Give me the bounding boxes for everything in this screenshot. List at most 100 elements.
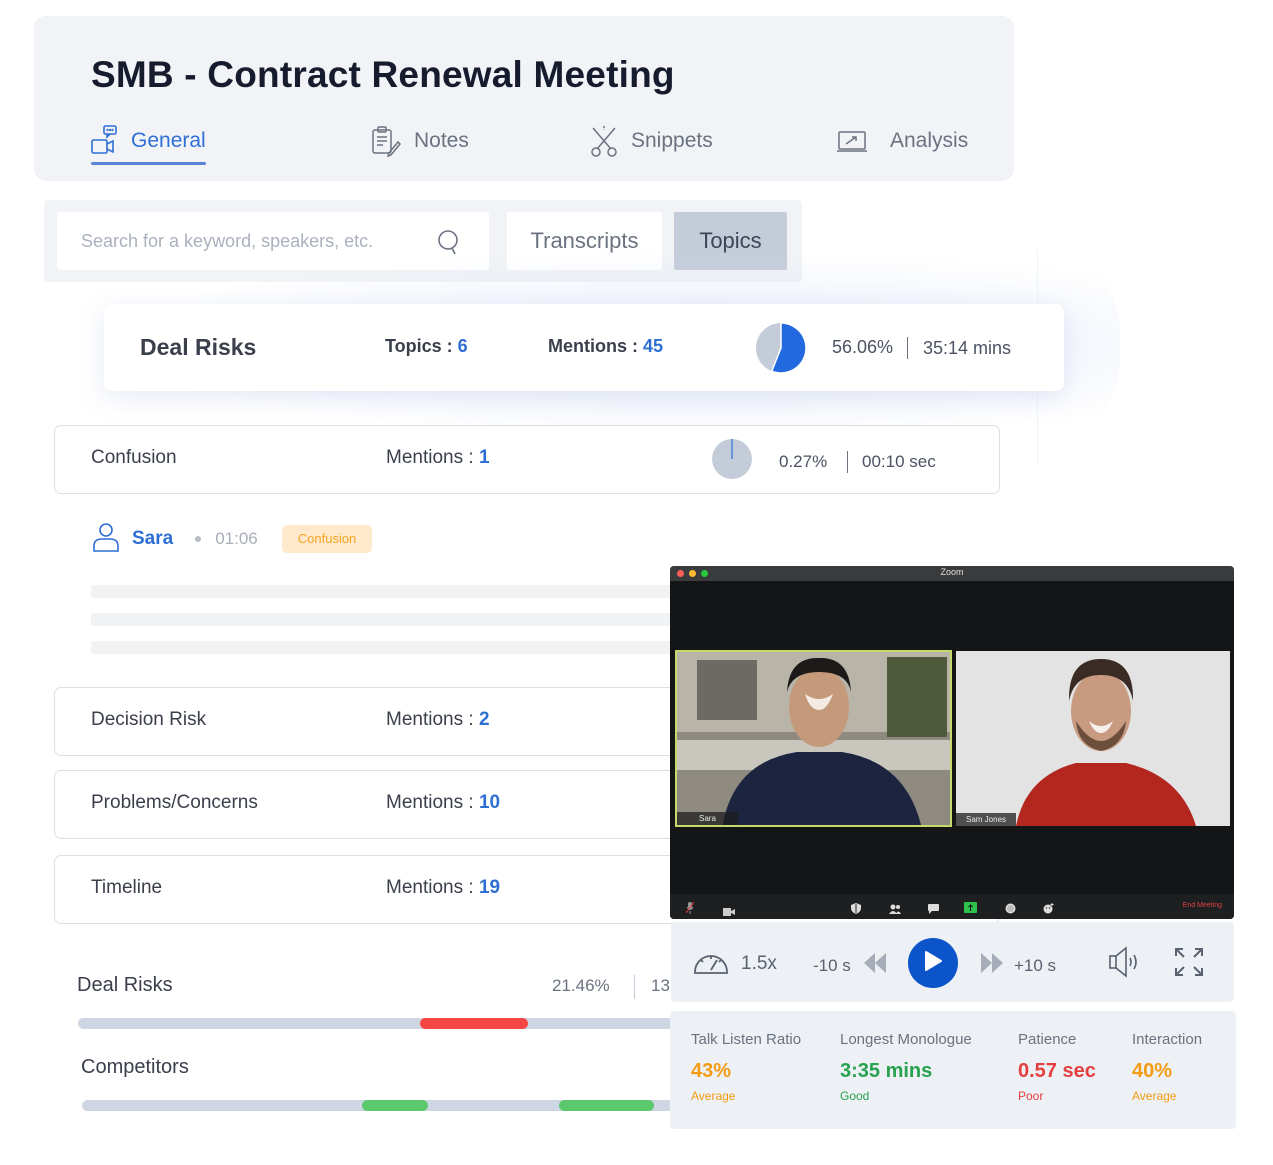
tab-label: Snippets xyxy=(631,129,713,152)
timeline-label-competitors: Competitors xyxy=(81,1056,189,1078)
call-controls-bar: End Meeting xyxy=(670,894,1234,919)
mentions-count: Mentions : 45 xyxy=(548,336,663,357)
deal-risks-summary-card[interactable]: Deal Risks Topics : 6 Mentions : 45 56.0… xyxy=(104,304,1064,391)
metric-talk-listen-ratio: Talk Listen Ratio 43% Average xyxy=(691,1031,801,1103)
topics-count: Topics : 6 xyxy=(385,336,468,357)
transcript-placeholder-line xyxy=(91,585,691,598)
reactions-icon[interactable] xyxy=(1043,901,1054,919)
tab-label: Analysis xyxy=(890,129,969,152)
topics-label: Topics : xyxy=(385,336,458,356)
mentions-label: Mentions : xyxy=(386,447,479,468)
chat-icon[interactable] xyxy=(928,901,939,919)
play-button[interactable] xyxy=(908,938,958,988)
metric-label: Interaction xyxy=(1132,1031,1203,1048)
forward-control[interactable]: +10 s xyxy=(980,952,1056,979)
metric-label: Talk Listen Ratio xyxy=(691,1031,802,1048)
mic-muted-icon[interactable] xyxy=(685,901,695,919)
speaker-name[interactable]: Sara xyxy=(132,528,173,550)
mentions-value: 1 xyxy=(478,447,490,468)
topic-row-confusion[interactable]: Confusion Mentions : 1 0.27% 00:10 sec xyxy=(54,425,1000,494)
mentions-value: 19 xyxy=(478,877,501,898)
conversation-metrics: Talk Listen Ratio 43% Average Longest Mo… xyxy=(670,1011,1236,1129)
camera-icon[interactable] xyxy=(723,903,735,919)
mentions-label: Mentions : xyxy=(386,709,479,730)
topic-mentions: Mentions : 10 xyxy=(386,792,500,814)
summary-title: Deal Risks xyxy=(140,334,257,360)
topic-duration: 00:10 sec xyxy=(862,452,936,471)
participant-video-sam-jones xyxy=(956,651,1230,826)
timeline-track-competitors[interactable] xyxy=(82,1100,678,1111)
rewind-control[interactable]: -10 s xyxy=(813,952,887,979)
playback-speed-control[interactable]: 1.5x xyxy=(693,946,777,981)
mentions-label: Mentions : xyxy=(386,877,479,898)
playback-speed-value: 1.5x xyxy=(741,952,777,974)
timeline-duration-partial: 13 xyxy=(651,976,670,995)
mentions-label: Mentions : xyxy=(386,792,479,813)
divider xyxy=(907,337,908,359)
search-input[interactable] xyxy=(81,230,441,252)
timeline-percent: 21.46% xyxy=(552,976,610,995)
mentions-value: 10 xyxy=(478,792,501,813)
participants-icon[interactable] xyxy=(889,901,901,919)
timeline-segment[interactable] xyxy=(558,1100,655,1111)
participant-tile-sam-jones[interactable]: Sam Jones xyxy=(956,651,1230,826)
share-percent: 56.06% xyxy=(832,337,894,357)
metric-rating: Average xyxy=(691,1089,736,1103)
divider xyxy=(847,451,848,473)
topic-mentions: Mentions : 2 xyxy=(386,709,490,731)
tab-snippets[interactable]: Snippets xyxy=(589,120,713,162)
topic-mentions: Mentions : 19 xyxy=(386,877,500,899)
topic-name: Timeline xyxy=(91,877,163,898)
topic-mentions: Mentions : 1 xyxy=(386,447,490,469)
metric-value: 3:35 mins xyxy=(840,1060,933,1082)
transcript-placeholder-line xyxy=(91,613,671,626)
share-duration: 35:14 mins xyxy=(923,338,1012,358)
end-meeting-button[interactable]: End Meeting xyxy=(1183,902,1222,909)
mention-timestamp[interactable]: 01:06 xyxy=(215,529,258,549)
forward-label: +10 s xyxy=(1014,955,1057,975)
volume-icon[interactable] xyxy=(1108,946,1144,983)
metric-value: 40% xyxy=(1132,1060,1173,1082)
scissors-icon xyxy=(589,125,619,157)
timeline-track-deal-risks[interactable] xyxy=(78,1018,678,1029)
fullscreen-icon[interactable] xyxy=(1173,946,1205,983)
fast-forward-icon xyxy=(980,952,1004,979)
tab-label: Notes xyxy=(414,129,469,152)
divider xyxy=(634,975,635,999)
tab-label: General xyxy=(131,129,206,152)
separator-dot xyxy=(195,536,202,542)
video-call-window: Zoom Sara Sam Jones End Meeting xyxy=(670,566,1234,919)
user-icon xyxy=(92,522,120,557)
metric-patience: Patience 0.57 sec Poor xyxy=(1018,1031,1096,1103)
timeline-segment[interactable] xyxy=(362,1100,428,1111)
meeting-header: SMB - Contract Renewal Meeting General N… xyxy=(34,16,1014,181)
rewind-label: -10 s xyxy=(813,955,851,975)
metric-longest-monologue: Longest Monologue 3:35 mins Good xyxy=(840,1031,972,1103)
mention-header: Sara 01:06 Confusion xyxy=(92,522,373,557)
tab-general[interactable]: General xyxy=(91,120,206,165)
tab-notes[interactable]: Notes xyxy=(370,120,469,162)
share-screen-icon[interactable] xyxy=(964,900,977,918)
mentions-value: 2 xyxy=(478,709,490,730)
play-icon xyxy=(924,950,942,976)
topic-share-percent: 0.27% xyxy=(779,452,828,471)
playback-controls: 1.5x -10 s +10 s xyxy=(671,922,1234,1002)
timeline-segment[interactable] xyxy=(420,1018,528,1029)
metric-value: 43% xyxy=(691,1060,732,1082)
metric-rating: Good xyxy=(840,1089,870,1103)
chart-board-icon xyxy=(836,128,868,154)
record-icon[interactable] xyxy=(1005,901,1016,919)
topic-name: Problems/Concerns xyxy=(91,792,258,813)
topic-share-pie xyxy=(712,439,752,479)
timeline-label-deal-risks: Deal Risks xyxy=(77,974,173,996)
tab-analysis[interactable]: Analysis xyxy=(836,120,968,162)
security-icon[interactable] xyxy=(851,901,861,919)
rewind-icon xyxy=(863,952,887,979)
topic-tag-badge: Confusion xyxy=(281,525,373,553)
participant-tile-sara[interactable]: Sara xyxy=(675,650,952,827)
mentions-value: 45 xyxy=(643,336,664,356)
share-pie-chart xyxy=(756,322,807,374)
metric-rating: Poor xyxy=(1018,1089,1044,1103)
window-titlebar: Zoom xyxy=(670,566,1234,581)
metric-label: Longest Monologue xyxy=(840,1031,972,1048)
